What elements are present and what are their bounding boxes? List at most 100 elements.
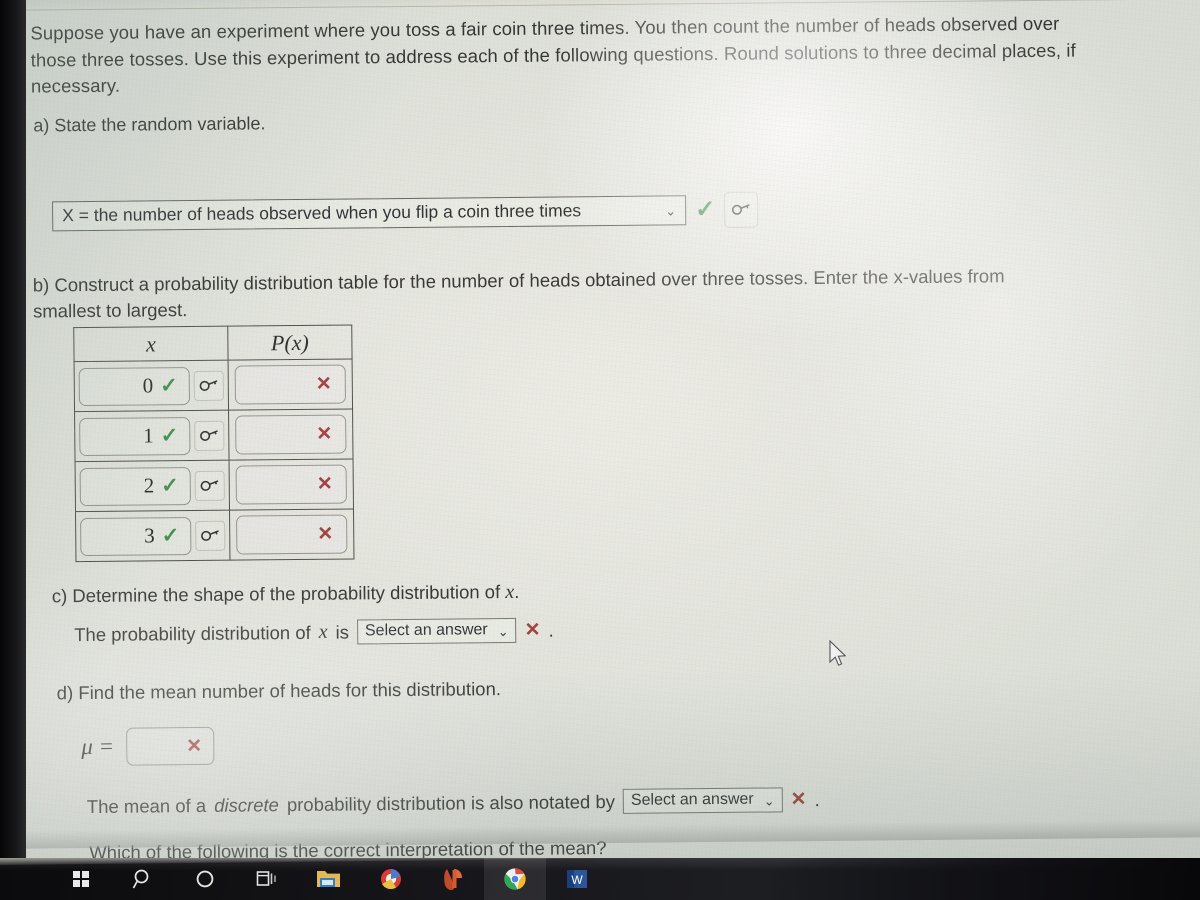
column-header-px: P(x) [227, 324, 353, 361]
x-cell: 1 ✓ [74, 410, 230, 462]
row-key-button[interactable] [194, 470, 225, 501]
p-cell: ✕ [229, 508, 354, 561]
browser-icon [381, 869, 401, 890]
probability-distribution-table: x P(x) 0 ✓ ✕ 1 ✓ ✕ 2 ✓ ✕ 3 ✓ ✕ [73, 324, 355, 563]
p-cell: ✕ [228, 358, 353, 411]
word-icon: W [567, 870, 587, 888]
part-d-prompt: d) Find the mean number of heads for thi… [56, 678, 502, 704]
file-explorer-icon [317, 871, 340, 887]
part-c-sentence-lead: The probability distribution of [74, 621, 311, 645]
p-value-input[interactable]: ✕ [234, 364, 346, 405]
p-value-input[interactable]: ✕ [236, 514, 348, 555]
part-a-correct-icon: ✓ [695, 195, 716, 224]
mean-notation-value: Select an answer [630, 790, 754, 809]
part-c-sentence-var: x [318, 620, 328, 643]
x-value-input[interactable]: 2 ✓ [79, 466, 191, 506]
notation-incorrect-icon: ✕ [790, 789, 807, 811]
x-cell: 0 ✓ [74, 360, 229, 412]
cortana-icon [196, 870, 214, 888]
mean-notation-dropdown[interactable]: Select an answer ⌄ [622, 787, 783, 814]
mean-notation-row: The mean of a discrete probability distr… [87, 787, 820, 819]
x-value: 1 [143, 423, 154, 448]
distribution-shape-value: Select an answer [364, 621, 488, 640]
table-header-row: x P(x) [73, 324, 353, 362]
chrome-icon [504, 868, 526, 890]
distribution-shape-dropdown[interactable]: Select an answer ⌄ [356, 617, 517, 645]
row-key-button[interactable] [193, 370, 224, 401]
part-c-answer-row: The probability distribution of x is Sel… [74, 617, 554, 648]
key-icon [732, 204, 750, 215]
x-value: 2 [143, 473, 155, 498]
x-correct-icon: ✓ [160, 373, 178, 398]
notation-period: . [814, 788, 820, 810]
part-a-prompt: a) State the random variable. [33, 113, 266, 136]
x-value-input[interactable]: 0 ✓ [78, 366, 190, 406]
p-value-input[interactable]: ✕ [235, 464, 347, 505]
row-key-button[interactable] [195, 520, 226, 551]
edge-icon [444, 869, 462, 890]
search-icon [132, 869, 149, 889]
key-icon [200, 429, 218, 441]
column-header-x: x [73, 326, 229, 362]
windows-logo-icon [72, 870, 90, 888]
taskbar-items: W [50, 858, 608, 900]
task-view-button[interactable] [236, 858, 298, 900]
x-correct-icon: ✓ [161, 523, 180, 548]
monitor-bezel-left [0, 0, 26, 900]
assignment-body: Suppose you have an experiment where you… [0, 0, 1200, 863]
p-cell: ✕ [228, 408, 354, 461]
key-icon [199, 379, 218, 391]
random-variable-dropdown[interactable]: X = the number of heads observed when yo… [52, 195, 687, 232]
problem-intro: Suppose you have an experiment where you… [30, 12, 1076, 97]
mouse-cursor [829, 640, 847, 666]
x-cell: 3 ✓ [75, 510, 230, 562]
part-c-incorrect-icon: ✕ [524, 619, 541, 641]
mean-incorrect-icon: ✕ [186, 735, 203, 757]
part-c-sentence-mid: is [335, 621, 350, 643]
x-value-input[interactable]: 1 ✓ [79, 416, 191, 456]
windows-taskbar: W [0, 858, 1200, 900]
table-row: 0 ✓ ✕ [74, 358, 353, 412]
part-a-answer-row: X = the number of heads observed when yo… [52, 191, 759, 235]
x-value-input[interactable]: 3 ✓ [80, 516, 192, 556]
task-view-icon [256, 871, 276, 886]
table-row: 1 ✓ ✕ [74, 408, 354, 462]
browser-button[interactable] [360, 858, 422, 900]
p-incorrect-icon: ✕ [316, 423, 333, 445]
word-button[interactable]: W [546, 858, 608, 900]
p-incorrect-icon: ✕ [316, 473, 333, 495]
table-row: 2 ✓ ✕ [75, 458, 354, 512]
file-explorer-button[interactable] [298, 858, 360, 900]
p-cell: ✕ [229, 458, 354, 511]
x-value: 3 [144, 523, 155, 548]
key-icon [200, 479, 219, 491]
chevron-down-icon: ⌄ [665, 203, 677, 219]
chevron-down-icon: ⌄ [763, 792, 775, 809]
taskbar-right-fade [770, 858, 1200, 900]
table-row: 3 ✓ ✕ [75, 508, 354, 562]
x-value: 0 [142, 373, 154, 398]
p-incorrect-icon: ✕ [317, 523, 334, 545]
part-c-prompt-lead: c) Determine the shape of the probabilit… [51, 581, 506, 607]
cortana-button[interactable] [174, 858, 236, 900]
row-key-button[interactable] [194, 420, 225, 451]
taskbar-search-button[interactable] [112, 858, 174, 900]
x-correct-icon: ✓ [160, 423, 179, 448]
notation-lead: The mean of a [86, 794, 207, 817]
part-c-prompt: c) Determine the shape of the probabilit… [52, 581, 520, 608]
x-correct-icon: ✓ [161, 473, 179, 498]
part-d-answer-row: μ = ✕ [81, 726, 215, 766]
chevron-down-icon: ⌄ [497, 623, 509, 639]
start-button[interactable] [50, 858, 112, 900]
edge-button[interactable] [422, 858, 484, 900]
part-a-key-button[interactable] [724, 191, 759, 228]
p-incorrect-icon: ✕ [315, 373, 332, 395]
svg-text:W: W [571, 873, 583, 887]
notation-tail: probability distribution is also notated… [286, 790, 616, 815]
x-cell: 2 ✓ [75, 460, 230, 512]
chrome-button[interactable] [484, 858, 546, 900]
part-b-prompt-text: b) Construct a probability distribution … [32, 265, 1005, 322]
mean-input[interactable]: ✕ [125, 726, 215, 766]
part-c-prompt-tail: . [514, 580, 520, 602]
p-value-input[interactable]: ✕ [235, 414, 347, 455]
